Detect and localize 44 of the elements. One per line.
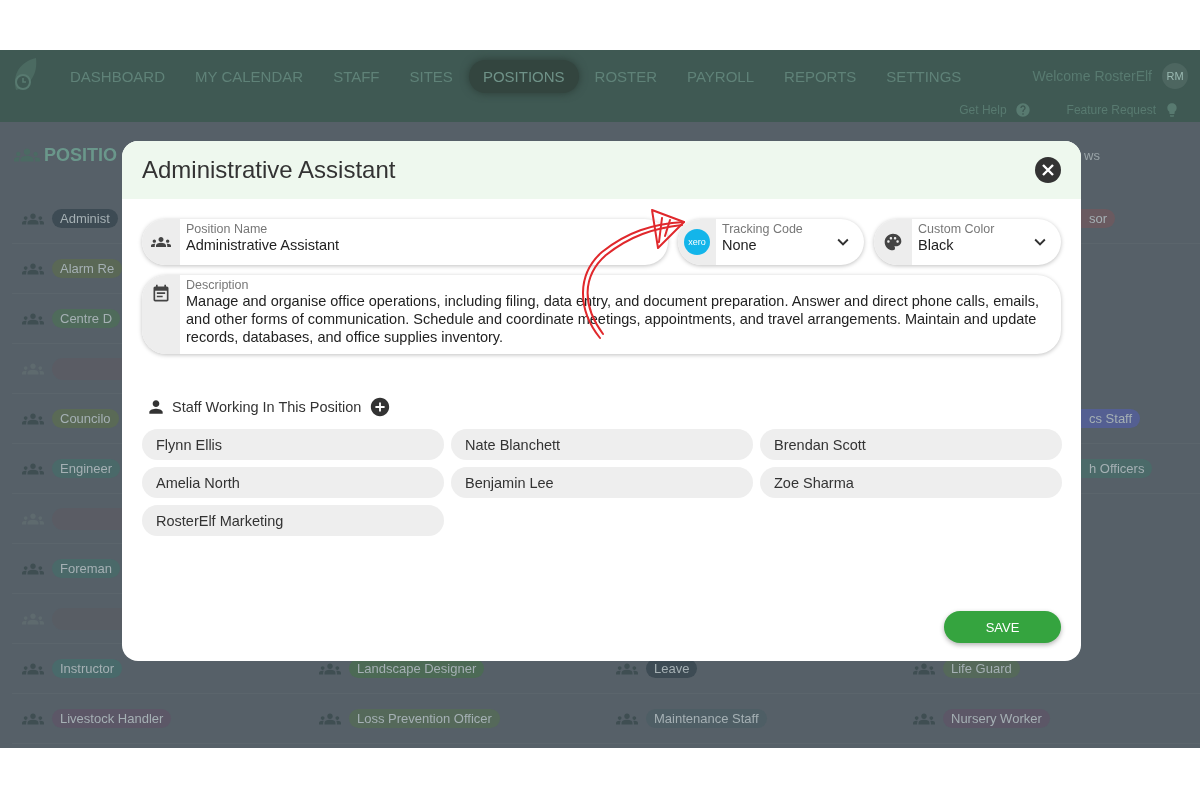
save-button[interactable]: SAVE (944, 611, 1061, 643)
position-chip[interactable]: Livestock Handler (52, 709, 172, 728)
notes-icon (151, 284, 171, 304)
staff-member[interactable]: Nate Blanchett (451, 429, 753, 460)
staff-member[interactable]: Flynn Ellis (142, 429, 444, 460)
position-name-field[interactable]: Position Name Administrative Assistant (142, 219, 668, 265)
position-chip[interactable]: Loss Prevention Officer (349, 709, 500, 728)
field-value: Administrative Assistant (186, 237, 341, 253)
dialog-title: Administrative Assistant (142, 156, 396, 184)
position-chip[interactable]: Engineer (52, 459, 121, 478)
nav-tab[interactable]: POSITIONS (468, 59, 579, 93)
xero-logo: xero (684, 229, 710, 255)
palette-icon (883, 232, 903, 252)
field-value: Black (918, 237, 955, 253)
position-chip[interactable]: Councilo (52, 409, 119, 428)
position-chip[interactable]: Instructor (52, 659, 123, 678)
field-label: Description (186, 278, 250, 292)
staff-member[interactable]: Amelia North (142, 467, 444, 498)
position-chip[interactable]: Nursery Worker (943, 709, 1050, 728)
field-label: Custom Color (918, 222, 996, 236)
position-chip[interactable]: Centre D (52, 309, 121, 328)
section-heading: Staff Working In This Position (172, 399, 362, 415)
tracking-code-select[interactable]: xero Tracking Code None (678, 219, 864, 265)
close-icon (1042, 164, 1054, 176)
staff-member[interactable]: RosterElf Marketing (142, 505, 444, 536)
description-field[interactable] (142, 275, 1061, 354)
custom-color-select[interactable]: Custom Color Black (874, 219, 1061, 265)
user-avatar[interactable]: RM (1162, 63, 1188, 89)
staff-member[interactable]: Zoe Sharma (760, 467, 1062, 498)
staff-member[interactable]: Brendan Scott (760, 429, 1062, 460)
field-value: None (722, 237, 758, 253)
position-chip[interactable]: Maintenance Staff (646, 709, 767, 728)
field-label: Position Name (186, 222, 269, 236)
position-chip[interactable]: Foreman (52, 559, 121, 578)
staff-member[interactable]: Benjamin Lee (451, 467, 753, 498)
position-chip[interactable]: Alarm Re (52, 259, 123, 278)
add-icon[interactable] (369, 396, 392, 418)
header-text: ws (1084, 147, 1100, 163)
close-button[interactable] (1035, 157, 1061, 183)
position-chip[interactable]: Administ (52, 209, 118, 228)
position-chip[interactable]: Life Guard (943, 659, 1020, 678)
field-label: Tracking Code (722, 222, 804, 236)
lightbulb-icon (1164, 102, 1180, 118)
help-icon (1014, 102, 1031, 118)
